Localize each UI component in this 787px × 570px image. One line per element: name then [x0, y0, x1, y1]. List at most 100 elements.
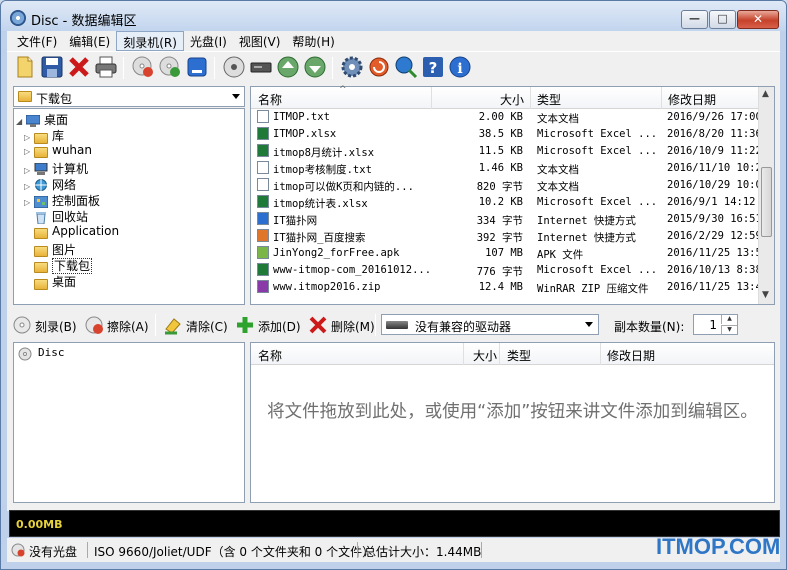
tree-node[interactable]: 下载包: [24, 257, 93, 274]
disc-info-icon[interactable]: [222, 55, 246, 79]
menu-edit[interactable]: 编辑(E): [63, 31, 116, 51]
file-row[interactable]: itmop考核制度.txt 1.46 KB 文本文档 2016/11/10 10:2: [251, 160, 759, 177]
expand-arrow-icon[interactable]: ▷: [24, 133, 34, 142]
column-divider[interactable]: [499, 343, 500, 365]
column-divider[interactable]: [661, 87, 662, 109]
drive-select[interactable]: 没有兼容的驱动器: [381, 314, 599, 335]
file-row[interactable]: itmop8月统计.xlsx 11.5 KB Microsoft Excel ...…: [251, 143, 759, 160]
file-date: 2015/9/30 16:51: [667, 213, 759, 225]
spin-down-icon[interactable]: ▼: [721, 325, 737, 334]
file-row[interactable]: JinYong2_forFree.apk 107 MB APK 文件 2016/11/…: [251, 245, 759, 262]
expand-arrow-icon[interactable]: ▷: [24, 147, 34, 156]
new-icon[interactable]: [13, 55, 37, 79]
file-name: itmop统计表.xlsx: [273, 198, 368, 210]
tree-node[interactable]: Application: [24, 224, 119, 240]
tree-node-label: 桌面: [44, 113, 69, 127]
close-button[interactable]: ✕: [737, 10, 779, 29]
file-list-header: 名称 ^ 大小 类型 修改日期: [251, 85, 759, 109]
file-name: www.itmop2016.zip: [273, 281, 381, 293]
file-type: Internet 快捷方式: [537, 215, 636, 227]
disc-col-type[interactable]: 类型: [507, 347, 531, 364]
tree-node[interactable]: ◢ 桌面: [16, 111, 68, 127]
menu-help[interactable]: 帮助(H): [286, 31, 340, 51]
delete-icon[interactable]: [67, 55, 91, 79]
burn-disc-icon[interactable]: [131, 55, 155, 79]
minimize-icon: —: [689, 12, 700, 25]
scroll-up-icon[interactable]: ▲: [762, 89, 769, 99]
col-size[interactable]: 大小: [500, 91, 524, 108]
folder-tree[interactable]: ◢ 桌面 ▷ 库 ▷ wuhan ▷ 计算机 ▷ 网络 ▷ 控制面板 回收站 Application 图片下…: [13, 108, 245, 305]
folder-icon: [34, 244, 48, 258]
file-row[interactable]: itmop统计表.xlsx 10.2 KB Microsoft Excel ... 2…: [251, 194, 759, 211]
eject-icon[interactable]: [276, 55, 300, 79]
scroll-thumb[interactable]: [761, 167, 772, 237]
col-date[interactable]: 修改日期: [668, 91, 716, 108]
settings-gear-icon[interactable]: [340, 55, 364, 79]
title-bar[interactable]: Disc - 数据编辑区 — □ ✕: [1, 1, 786, 31]
menu-disc[interactable]: 光盘(I): [184, 31, 233, 51]
file-date: 2016/10/29 10:0: [667, 179, 759, 191]
spin-up-icon[interactable]: ▲: [721, 315, 737, 324]
refresh-icon[interactable]: [367, 55, 391, 79]
file-row[interactable]: IT猫扑网_百度搜索 392 字节 Internet 快捷方式 2016/2/29 1…: [251, 228, 759, 245]
save-icon[interactable]: [40, 55, 64, 79]
col-name[interactable]: 名称: [258, 91, 282, 108]
file-type: Microsoft Excel ...: [537, 196, 658, 208]
tree-node[interactable]: 回收站: [24, 208, 88, 225]
info-icon[interactable]: i: [448, 55, 472, 79]
search-disc-icon[interactable]: [394, 55, 418, 79]
maximize-button[interactable]: □: [709, 10, 736, 29]
disc-col-date[interactable]: 修改日期: [607, 347, 655, 364]
menu-file[interactable]: 文件(F): [11, 31, 63, 51]
tree-node[interactable]: ▷ 计算机: [24, 160, 88, 176]
disc-tree[interactable]: Disc: [13, 342, 245, 503]
help-icon[interactable]: ?: [421, 55, 445, 79]
minimize-button[interactable]: —: [681, 10, 708, 29]
file-row[interactable]: IT猫扑网 334 字节 Internet 快捷方式 2015/9/30 16:51: [251, 211, 759, 228]
tree-node[interactable]: ▷ 网络: [24, 176, 76, 192]
menu-view[interactable]: 视图(V): [233, 31, 287, 51]
expand-arrow-icon[interactable]: ▷: [24, 182, 34, 191]
col-type[interactable]: 类型: [537, 91, 561, 108]
disc-col-size[interactable]: 大小: [473, 347, 497, 364]
capacity-text: 0.00MB: [16, 518, 63, 531]
expand-arrow-icon[interactable]: ◢: [16, 117, 26, 126]
expand-arrow-icon[interactable]: ▷: [24, 166, 34, 175]
column-divider[interactable]: [530, 87, 531, 109]
file-rows: ITMOP.txt 2.00 KB 文本文档 2016/9/26 17:00 ITMOP…: [251, 109, 759, 304]
erase-disc-icon[interactable]: [158, 55, 182, 79]
drive-icon: [386, 321, 408, 329]
file-row[interactable]: www.itmop2016.zip 12.4 MB WinRAR ZIP 压缩文件 2…: [251, 279, 759, 296]
column-divider[interactable]: [431, 87, 432, 109]
file-type-icon: [257, 144, 269, 157]
tree-node[interactable]: 图片: [24, 241, 76, 258]
scroll-down-icon[interactable]: ▼: [762, 290, 769, 300]
tree-node[interactable]: ▷ 库: [24, 127, 64, 144]
file-row[interactable]: itmop可以做K页和内链的... 820 字节 文本文档 2016/10/29 10…: [251, 177, 759, 194]
file-row[interactable]: ITMOP.txt 2.00 KB 文本文档 2016/9/26 17:00: [251, 109, 759, 126]
disc-col-name[interactable]: 名称: [258, 347, 282, 364]
print-icon[interactable]: [94, 55, 118, 79]
tree-node[interactable]: ▷ 控制面板: [24, 192, 100, 208]
file-row[interactable]: www-itmop-com_20161012... 776 字节 Microsoft…: [251, 262, 759, 279]
copies-spinner[interactable]: 1 ▲ ▼: [693, 314, 738, 335]
svg-text:?: ?: [429, 59, 438, 77]
disc-root-label[interactable]: Disc: [38, 346, 65, 359]
folder-combo[interactable]: 下载包: [13, 86, 245, 107]
toolbar: ? i: [7, 51, 780, 83]
file-list[interactable]: 名称 ^ 大小 类型 修改日期 ITMOP.txt 2.00 KB 文本文档 2016…: [250, 85, 775, 305]
tree-node[interactable]: 桌面: [24, 273, 76, 290]
disc-file-list[interactable]: 名称 大小 类型 修改日期 将文件拖放到此处，或使用“添加”按钮来讲文件添加到编…: [250, 342, 775, 503]
column-divider[interactable]: [463, 343, 464, 365]
erase-icon: [85, 316, 103, 334]
drive-icon[interactable]: [249, 55, 273, 79]
tree-node[interactable]: ▷ wuhan: [24, 143, 92, 159]
vertical-scrollbar[interactable]: ▲ ▼: [758, 87, 774, 304]
expand-arrow-icon[interactable]: ▷: [24, 198, 34, 207]
file-date: 2016/8/20 11:36: [667, 128, 759, 140]
blue-stop-icon[interactable]: [185, 55, 209, 79]
load-icon[interactable]: [303, 55, 327, 79]
menu-recorder[interactable]: 刻录机(R): [116, 31, 184, 51]
file-row[interactable]: ITMOP.xlsx 38.5 KB Microsoft Excel ... 2016…: [251, 126, 759, 143]
column-divider[interactable]: [600, 343, 601, 365]
